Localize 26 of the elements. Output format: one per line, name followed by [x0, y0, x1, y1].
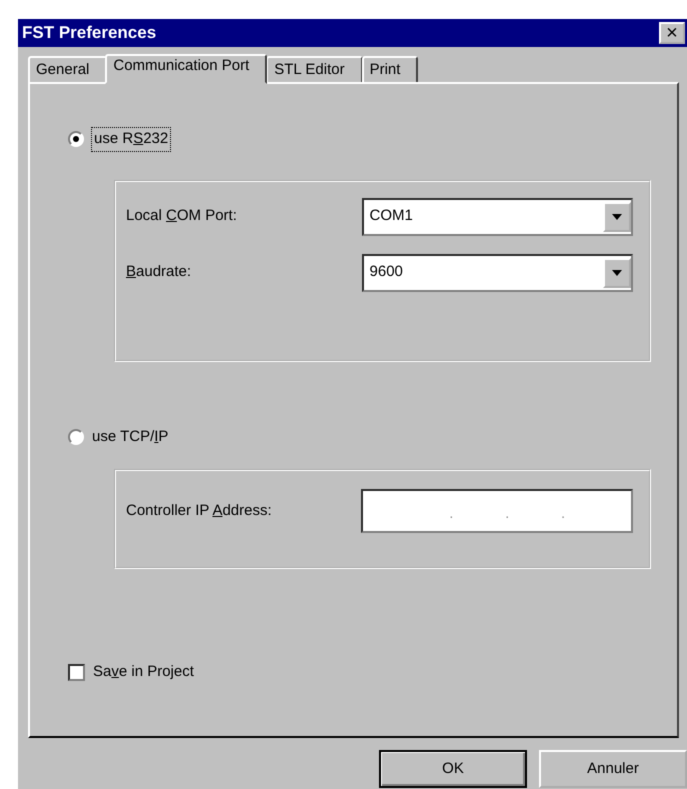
dropdown[interactable]: 9600	[362, 254, 633, 292]
dropdown-arrow-icon[interactable]	[612, 214, 622, 220]
tab[interactable]: Print	[362, 56, 418, 82]
field-label: Local COM Port:	[126, 206, 238, 226]
checkbox-label[interactable]: Save in Project	[93, 661, 194, 684]
dropdown-arrow-icon[interactable]	[612, 270, 622, 276]
radio-label[interactable]: use TCP/IP	[92, 426, 168, 448]
dropdown-value: COM1	[370, 206, 413, 226]
checkbox[interactable]	[68, 664, 85, 681]
radio-button[interactable]	[68, 131, 84, 148]
close-button[interactable]: ×	[659, 22, 685, 44]
tab[interactable]: General	[28, 56, 108, 82]
dropdown-value: 9600	[370, 262, 403, 282]
field-label: Controller IP Address:	[126, 500, 273, 521]
dialog-button[interactable]: OK	[379, 750, 527, 788]
tab[interactable]: STL Editor	[266, 56, 363, 82]
radio-label[interactable]: use RS232	[92, 128, 170, 150]
dropdown[interactable]: COM1	[362, 198, 633, 236]
tab[interactable]: Communication Port	[105, 54, 268, 84]
ip-separator: .	[449, 504, 454, 524]
field-label: Baudrate:	[126, 262, 192, 282]
ip-separator: .	[560, 504, 566, 524]
radio-button[interactable]	[68, 428, 84, 445]
dialog-button[interactable]: Annuler	[539, 750, 687, 788]
window-title: FST Preferences	[22, 22, 156, 44]
ip-separator: .	[505, 504, 510, 524]
